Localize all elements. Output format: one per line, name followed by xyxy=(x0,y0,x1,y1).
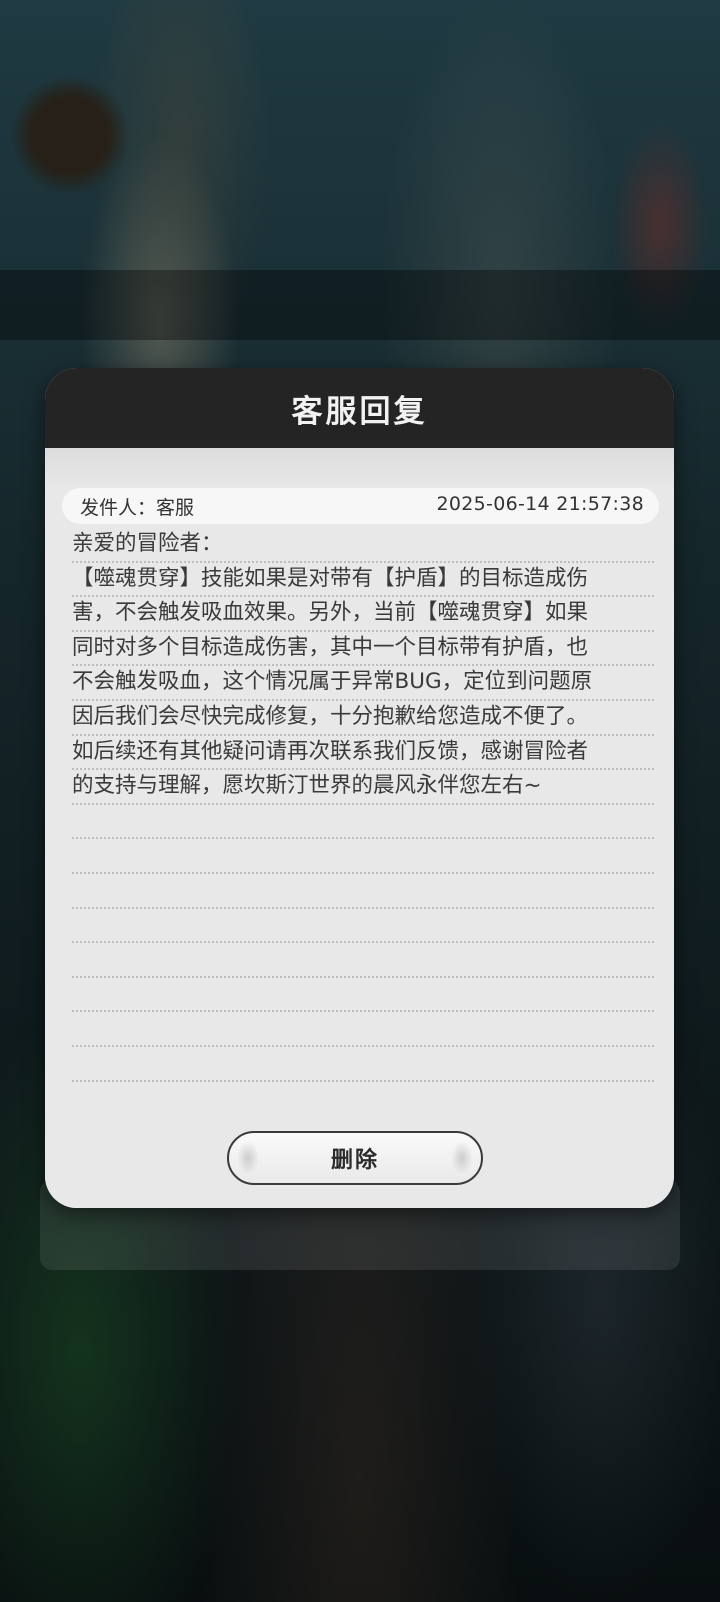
empty-ruled-line xyxy=(72,909,654,944)
mail-body: 亲爱的冒险者： 【噬魂贯穿】技能如果是对带有【护盾】的目标造成伤 害，不会触发吸… xyxy=(72,528,654,1082)
mail-body-line: 的支持与理解，愿坎斯汀世界的晨风永伴您左右~ xyxy=(72,770,654,805)
sender-label: 发件人： xyxy=(80,497,157,519)
sender-name: 客服 xyxy=(156,497,195,519)
mail-paper[interactable]: 发件人：客服 2025-06-14 21:57:38 亲爱的冒险者： 【噬魂贯穿… xyxy=(45,448,674,1208)
mail-timestamp: 2025-06-14 21:57:38 xyxy=(436,493,644,515)
mail-body-line: 不会触发吸血，这个情况属于异常BUG，定位到问题原 xyxy=(72,666,654,701)
mail-meta-bar: 发件人：客服 2025-06-14 21:57:38 xyxy=(62,488,659,524)
sender: 发件人：客服 xyxy=(80,493,194,520)
empty-ruled-line xyxy=(72,839,654,874)
empty-ruled-line xyxy=(72,943,654,978)
customer-service-reply-dialog: 客服回复 发件人：客服 2025-06-14 21:57:38 亲爱的冒险者： … xyxy=(45,368,674,1208)
background-band xyxy=(0,270,720,340)
delete-button[interactable]: 删除 xyxy=(227,1131,483,1185)
empty-ruled-line xyxy=(72,874,654,909)
empty-ruled-line xyxy=(72,978,654,1013)
mail-body-line: 同时对多个目标造成伤害，其中一个目标带有护盾，也 xyxy=(72,632,654,667)
mail-body-line: 亲爱的冒险者： xyxy=(72,528,654,563)
mail-body-line: 如后续还有其他疑问请再次联系我们反馈，感谢冒险者 xyxy=(72,736,654,771)
dialog-title: 客服回复 xyxy=(291,393,428,430)
delete-button-label: 删除 xyxy=(330,1148,379,1173)
empty-ruled-line xyxy=(72,1012,654,1047)
mail-body-line: 因后我们会尽快完成修复，十分抱歉给您造成不便了。 xyxy=(72,701,654,736)
mail-body-line: 害，不会触发吸血效果。另外，当前【噬魂贯穿】如果 xyxy=(72,597,654,632)
empty-ruled-line xyxy=(72,1047,654,1082)
mail-body-line: 【噬魂贯穿】技能如果是对带有【护盾】的目标造成伤 xyxy=(72,563,654,598)
empty-ruled-line xyxy=(72,805,654,840)
dialog-header: 客服回复 xyxy=(45,368,674,448)
